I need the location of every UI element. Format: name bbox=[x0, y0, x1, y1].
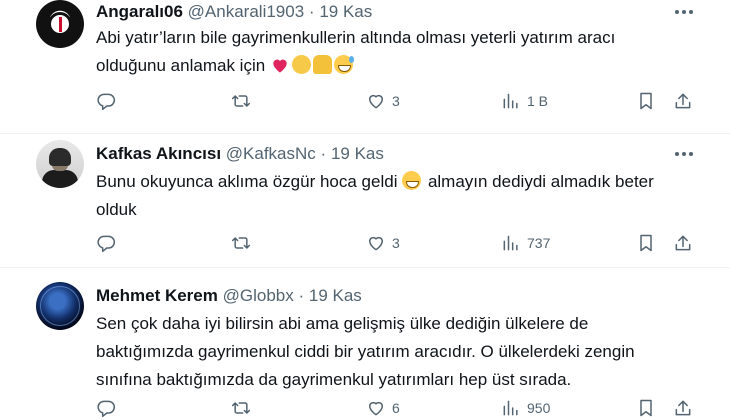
tweet-text: Bunu okuyunca aklıma özgür hoca geldi al… bbox=[96, 168, 696, 224]
share-button[interactable] bbox=[673, 89, 693, 113]
grinning-face-emoji-icon bbox=[402, 171, 422, 190]
user-handle[interactable]: @KafkasNc bbox=[226, 144, 316, 163]
like-icon bbox=[369, 94, 383, 109]
tweet-header: Kafkas Akıncısı @KafkasNc · 19 Kas bbox=[96, 144, 384, 164]
tweet-header: Angaralı06 @Ankarali1903 · 19 Kas bbox=[96, 2, 372, 22]
tweet-3[interactable]: Mehmet Kerem @Globbx · 19 Kas Sen çok da… bbox=[0, 268, 730, 420]
share-button[interactable] bbox=[673, 231, 693, 255]
tweet-text-line: Bunu okuyunca aklıma özgür hoca geldi al… bbox=[96, 168, 696, 196]
tweet-text: Sen çok daha iyi bilirsin abi ama gelişm… bbox=[96, 310, 696, 394]
views-button[interactable]: 1 B bbox=[501, 89, 548, 113]
retweet-button[interactable] bbox=[231, 89, 257, 113]
display-name[interactable]: Angaralı06 bbox=[96, 2, 183, 21]
retweet-icon bbox=[231, 237, 251, 249]
views-button[interactable]: 950 bbox=[501, 396, 550, 420]
folded-hands-emoji-icon bbox=[312, 55, 332, 74]
reply-icon bbox=[97, 235, 116, 253]
reply-button[interactable] bbox=[96, 396, 122, 420]
tweet-text: Abi yatır’ların bile gayrimenkullerin al… bbox=[96, 24, 696, 80]
display-name[interactable]: Mehmet Kerem bbox=[96, 286, 218, 305]
tweet-text-part: almayın dediydi almadık beter bbox=[427, 172, 654, 191]
tweet-actions: 3 1 B bbox=[96, 89, 696, 113]
tweet-date[interactable]: 19 Kas bbox=[319, 2, 372, 21]
tweet-text-line: olduğunu anlamak için bbox=[96, 52, 696, 80]
reply-icon bbox=[97, 93, 116, 111]
avatar[interactable] bbox=[36, 282, 84, 330]
share-icon bbox=[675, 400, 691, 416]
like-icon bbox=[369, 236, 383, 251]
views-icon bbox=[503, 235, 518, 251]
views-icon bbox=[503, 400, 518, 416]
retweet-icon bbox=[231, 95, 251, 107]
bookmark-icon bbox=[640, 399, 652, 417]
user-handle[interactable]: @Globbx bbox=[223, 286, 294, 305]
separator: · bbox=[320, 144, 327, 163]
like-count: 3 bbox=[392, 93, 400, 109]
share-icon bbox=[675, 235, 691, 251]
grinning-sweat-emoji-icon bbox=[333, 55, 354, 74]
bookmark-icon bbox=[640, 234, 652, 252]
like-icon bbox=[369, 401, 383, 416]
share-button[interactable] bbox=[673, 396, 693, 420]
retweet-icon bbox=[231, 402, 251, 414]
tweet-text-line: olduk bbox=[96, 200, 137, 219]
like-button[interactable]: 3 bbox=[366, 89, 400, 113]
more-icon[interactable] bbox=[672, 2, 696, 22]
reply-icon bbox=[97, 400, 116, 418]
avatar[interactable] bbox=[36, 140, 84, 188]
tweet-date[interactable]: 19 Kas bbox=[309, 286, 362, 305]
views-icon bbox=[503, 93, 518, 109]
tweet-1[interactable]: Angaralı06 @Ankarali1903 · 19 Kas Abi ya… bbox=[0, 0, 730, 134]
views-count: 950 bbox=[527, 400, 551, 416]
separator: · bbox=[298, 286, 305, 305]
tweet-2[interactable]: Kafkas Akıncısı @KafkasNc · 19 Kas Bunu … bbox=[0, 134, 730, 268]
like-button[interactable]: 6 bbox=[366, 396, 400, 420]
like-count: 6 bbox=[392, 400, 400, 416]
display-name[interactable]: Kafkas Akıncısı bbox=[96, 144, 221, 163]
reply-button[interactable] bbox=[96, 231, 122, 255]
tweet-date[interactable]: 19 Kas bbox=[331, 144, 384, 163]
tweet-text-line: sınıfına baktığımızda da gayrimenkul yat… bbox=[96, 370, 572, 389]
retweet-button[interactable] bbox=[231, 396, 257, 420]
bookmark-icon bbox=[640, 92, 652, 110]
tweet-text-part: Bunu okuyunca aklıma özgür hoca geldi bbox=[96, 172, 398, 191]
separator: · bbox=[308, 2, 315, 21]
like-button[interactable]: 3 bbox=[366, 231, 400, 255]
like-count: 3 bbox=[392, 235, 400, 251]
views-count: 737 bbox=[527, 235, 551, 251]
retweet-button[interactable] bbox=[231, 231, 257, 255]
share-icon bbox=[675, 93, 691, 109]
more-icon[interactable] bbox=[672, 144, 696, 164]
tweet-text-line: Sen çok daha iyi bilirsin abi ama gelişm… bbox=[96, 314, 589, 333]
tweet-text-line: Abi yatır’ların bile gayrimenkullerin al… bbox=[96, 28, 616, 47]
reply-button[interactable] bbox=[96, 89, 122, 113]
tweet-actions: 6 950 bbox=[96, 396, 696, 420]
views-button[interactable]: 737 bbox=[501, 231, 550, 255]
bookmark-button[interactable] bbox=[636, 89, 656, 113]
heart-emoji-icon bbox=[270, 55, 290, 74]
tweet-header: Mehmet Kerem @Globbx · 19 Kas bbox=[96, 286, 362, 306]
tweet-actions: 3 737 bbox=[96, 231, 696, 255]
tweet-text-line: baktığımızda gayrimenkul ciddi bir yatır… bbox=[96, 342, 635, 361]
views-count: 1 B bbox=[527, 93, 549, 109]
tweet-text-part: olduğunu anlamak için bbox=[96, 56, 266, 75]
avatar[interactable] bbox=[36, 0, 84, 48]
bookmark-button[interactable] bbox=[636, 231, 656, 255]
clapping-hands-emoji-icon bbox=[291, 55, 311, 74]
bookmark-button[interactable] bbox=[636, 396, 656, 420]
user-handle[interactable]: @Ankarali1903 bbox=[188, 2, 305, 21]
